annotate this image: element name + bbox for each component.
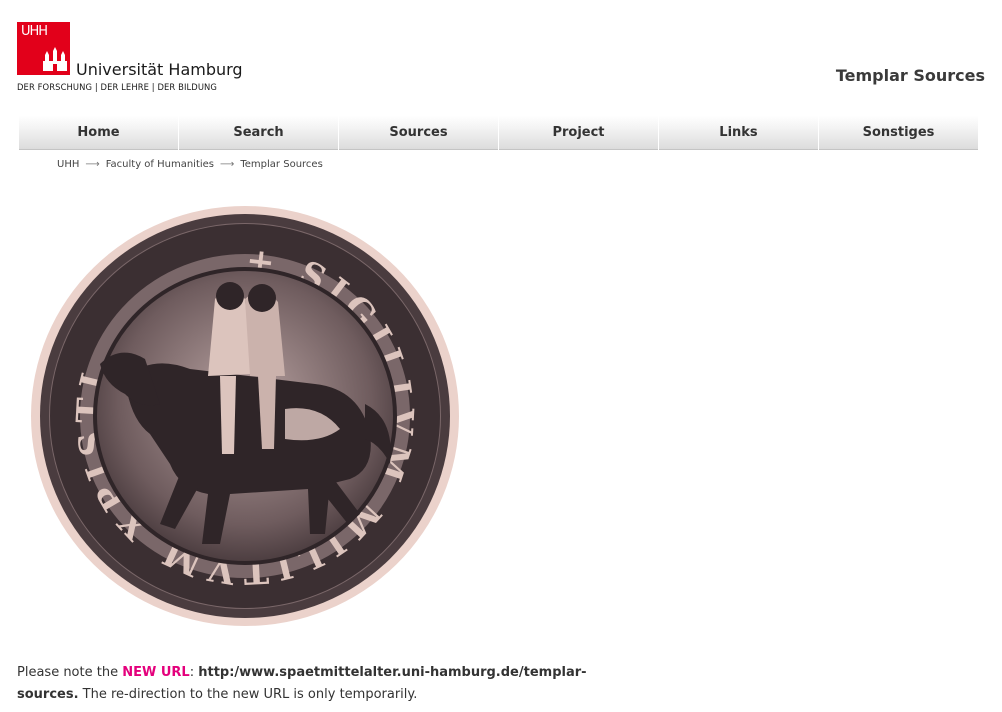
templar-seal-icon: + SIGILLVM MILITVM XPISTI [31,206,459,626]
nav-item-sources[interactable]: Sources [339,116,498,150]
notice-new-url-label: NEW URL [122,665,190,680]
breadcrumb-item-faculty[interactable]: Faculty of Humanities [106,159,214,170]
main-navigation: Home Search Sources Project Links Sonsti… [19,116,978,150]
university-name[interactable]: Universität Hamburg [76,60,243,79]
site-header: UHH Universität Hamburg DER FORSCHUNG | … [0,0,1002,110]
breadcrumb-arrow-icon: ⟶ [85,159,100,170]
nav-item-search[interactable]: Search [179,116,338,150]
nav-item-sonstiges[interactable]: Sonstiges [819,116,978,150]
templar-seal-image: + SIGILLVM MILITVM XPISTI [30,204,460,628]
hamburg-castle-icon [43,47,67,71]
nav-item-links[interactable]: Links [659,116,818,150]
breadcrumb-item-current[interactable]: Templar Sources [240,159,322,170]
nav-item-home[interactable]: Home [19,116,178,150]
new-url-notice: Please note the NEW URL: http:/www.spaet… [17,662,642,706]
breadcrumb-arrow-icon: ⟶ [220,159,235,170]
notice-prefix: Please note the [17,665,123,680]
site-title[interactable]: Templar Sources [836,66,985,85]
breadcrumb: UHH ⟶ Faculty of Humanities ⟶ Templar Source… [57,159,323,170]
university-tagline: DER FORSCHUNG | DER LEHRE | DER BILDUNG [17,82,218,92]
uhh-logo[interactable]: UHH [17,22,70,75]
notice-colon: : [189,665,199,680]
breadcrumb-item-uhh[interactable]: UHH [57,159,79,170]
logo-text: UHH [21,24,48,39]
notice-suffix: The re-direction to the new URL is only … [78,687,418,702]
nav-item-project[interactable]: Project [499,116,658,150]
